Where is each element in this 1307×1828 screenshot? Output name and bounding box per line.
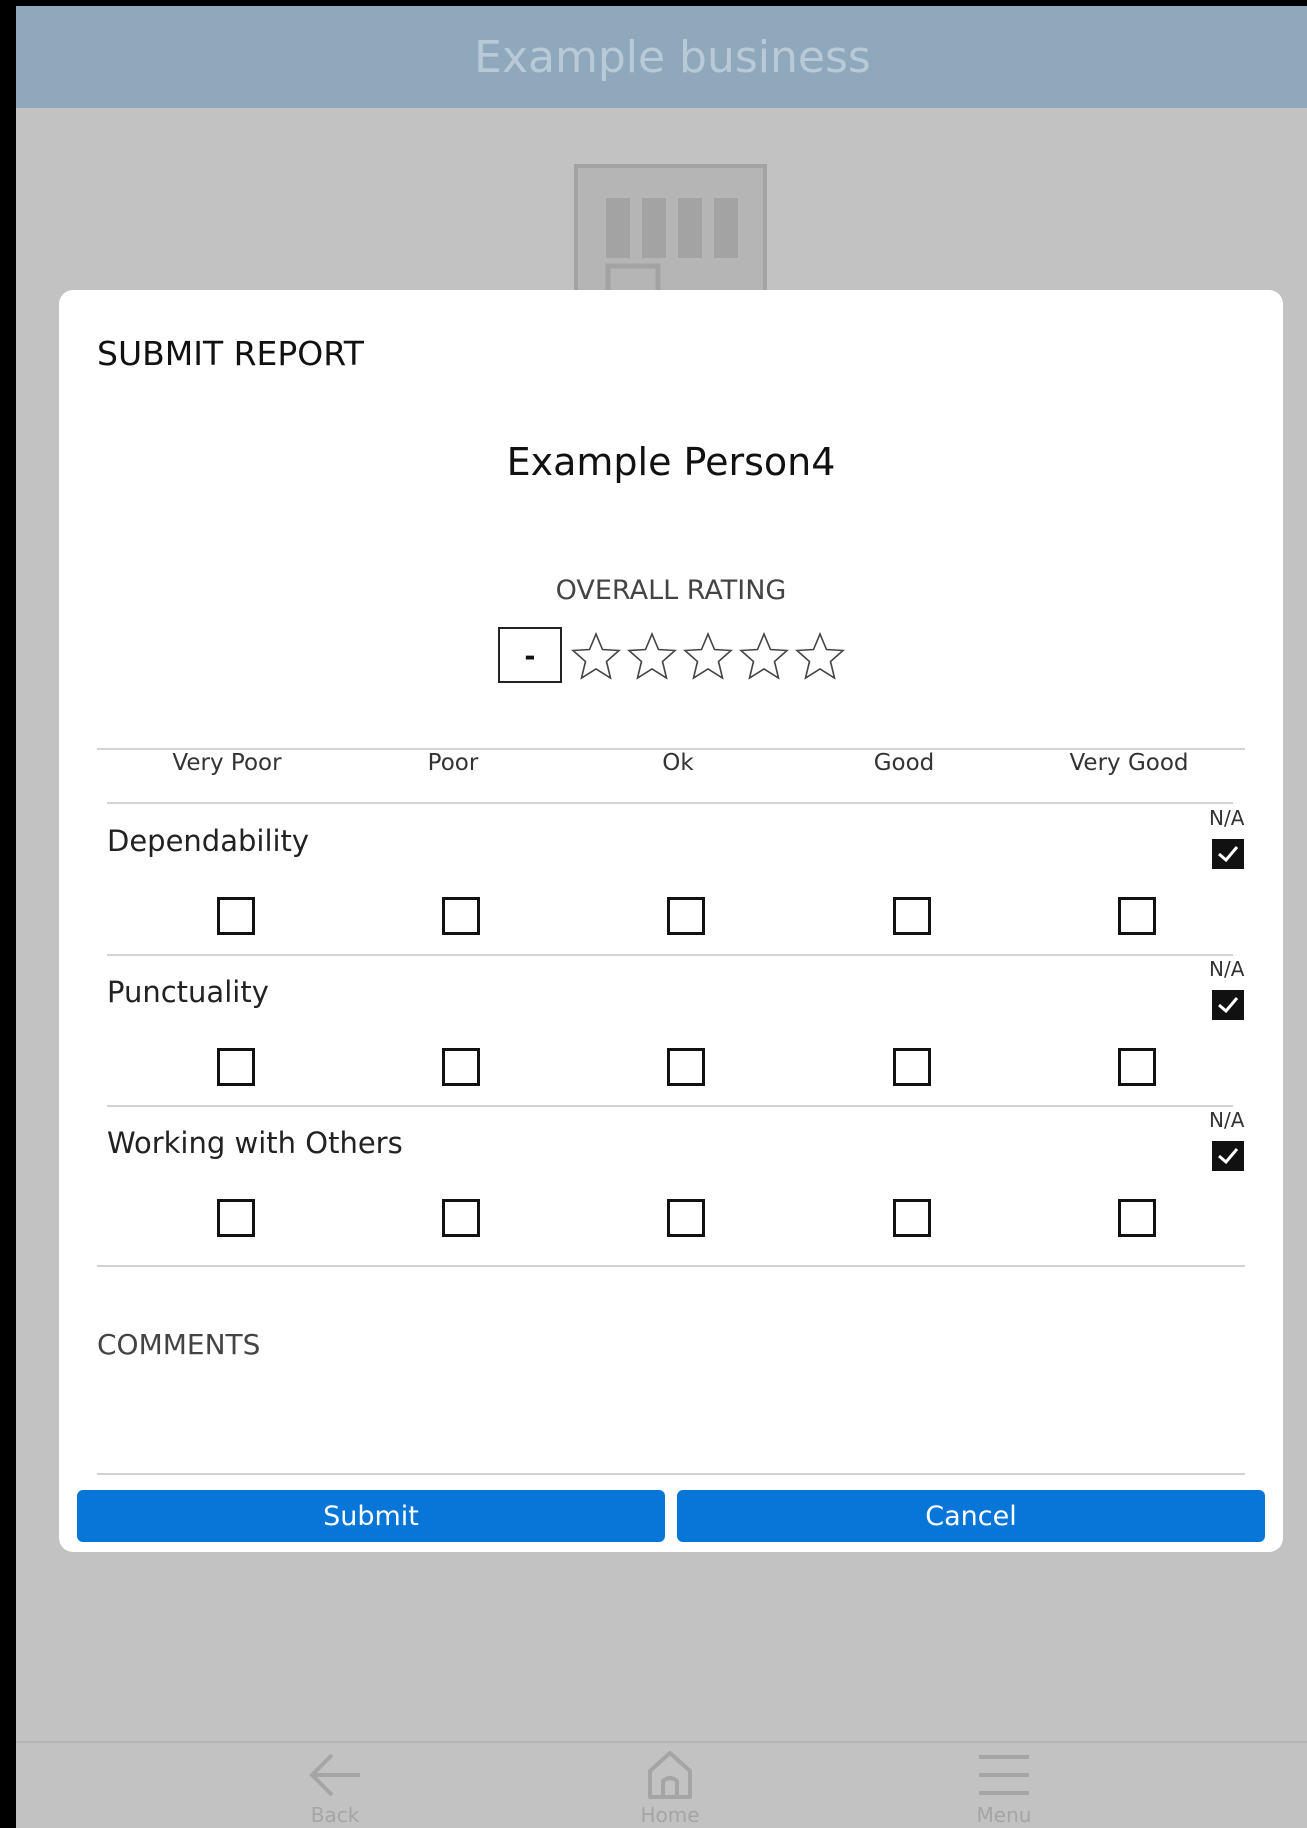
star-icon[interactable] (737, 630, 791, 684)
comments-label: COMMENTS (97, 1328, 261, 1361)
rating-checkbox-very-good[interactable] (1118, 1048, 1156, 1086)
nav-back[interactable]: Back (275, 1743, 395, 1827)
rating-scale-header: Very Poor Poor Ok Good Very Good (97, 750, 1227, 786)
rating-checkbox-very-poor[interactable] (217, 897, 255, 935)
rating-checkbox-very-poor[interactable] (217, 1199, 255, 1237)
checkmark-icon (1218, 846, 1239, 863)
bottom-nav: Back Home Menu (16, 1741, 1307, 1828)
app-title: Example business (474, 31, 871, 83)
star-icon[interactable] (569, 630, 623, 684)
app-screen: Example business SUBMIT REPORT Example P… (16, 6, 1307, 1828)
na-checkbox[interactable] (1212, 839, 1244, 869)
na-label: N/A (1209, 957, 1245, 981)
rating-checkbox-very-good[interactable] (1118, 1199, 1156, 1237)
rating-checkbox-ok[interactable] (667, 1048, 705, 1086)
na-label: N/A (1209, 1108, 1245, 1132)
na-checkbox[interactable] (1212, 990, 1244, 1020)
criterion-dependability: Dependability N/A (59, 804, 1283, 954)
rating-checkbox-good[interactable] (893, 897, 931, 935)
rating-checkbox-poor[interactable] (442, 897, 480, 935)
criterion-punctuality: Punctuality N/A (59, 955, 1283, 1105)
nav-back-label: Back (310, 1803, 360, 1827)
rating-checkbox-good[interactable] (893, 1048, 931, 1086)
nav-menu-label: Menu (976, 1803, 1032, 1827)
submit-report-dialog: SUBMIT REPORT Example Person4 OVERALL RA… (59, 290, 1283, 1552)
criterion-label: Punctuality (107, 975, 269, 1009)
home-icon (648, 1751, 692, 1799)
star-rating (569, 630, 849, 684)
rating-checkbox-good[interactable] (893, 1199, 931, 1237)
comments-input[interactable] (97, 1375, 1245, 1455)
dialog-title: SUBMIT REPORT (97, 334, 364, 373)
hamburger-menu-icon (979, 1755, 1029, 1795)
star-icon[interactable] (625, 630, 679, 684)
rating-checkbox-poor[interactable] (442, 1199, 480, 1237)
na-checkbox[interactable] (1212, 1141, 1244, 1171)
submit-button[interactable]: Submit (77, 1490, 665, 1542)
rating-checkbox-very-good[interactable] (1118, 897, 1156, 935)
arrow-left-icon (309, 1753, 360, 1797)
scale-label-very-poor: Very Poor (172, 750, 282, 776)
overall-rating-label: OVERALL RATING (555, 575, 787, 606)
scale-label-ok: Ok (662, 750, 694, 776)
scale-label-good: Good (873, 750, 935, 776)
person-name: Example Person4 (506, 440, 836, 484)
rating-checkbox-ok[interactable] (667, 1199, 705, 1237)
criterion-label: Working with Others (107, 1126, 403, 1160)
rating-checkbox-very-poor[interactable] (217, 1048, 255, 1086)
nav-home[interactable]: Home (610, 1743, 730, 1827)
app-header: Example business (16, 6, 1307, 108)
checkmark-icon (1218, 1148, 1239, 1165)
star-icon[interactable] (793, 630, 847, 684)
criterion-label: Dependability (107, 824, 310, 858)
divider (97, 1265, 1245, 1267)
nav-menu[interactable]: Menu (944, 1743, 1064, 1827)
criterion-working-with-others: Working with Others N/A (59, 1106, 1283, 1256)
star-icon[interactable] (681, 630, 735, 684)
overall-rating-value: - (498, 627, 562, 683)
business-logo (574, 164, 767, 304)
rating-checkbox-poor[interactable] (442, 1048, 480, 1086)
scale-label-very-good: Very Good (1069, 750, 1189, 776)
nav-home-label: Home (640, 1803, 700, 1827)
scale-label-poor: Poor (427, 750, 479, 776)
checkmark-icon (1218, 997, 1239, 1014)
na-label: N/A (1209, 806, 1245, 830)
divider (97, 1473, 1245, 1475)
rating-checkbox-ok[interactable] (667, 897, 705, 935)
cancel-button[interactable]: Cancel (677, 1490, 1265, 1542)
